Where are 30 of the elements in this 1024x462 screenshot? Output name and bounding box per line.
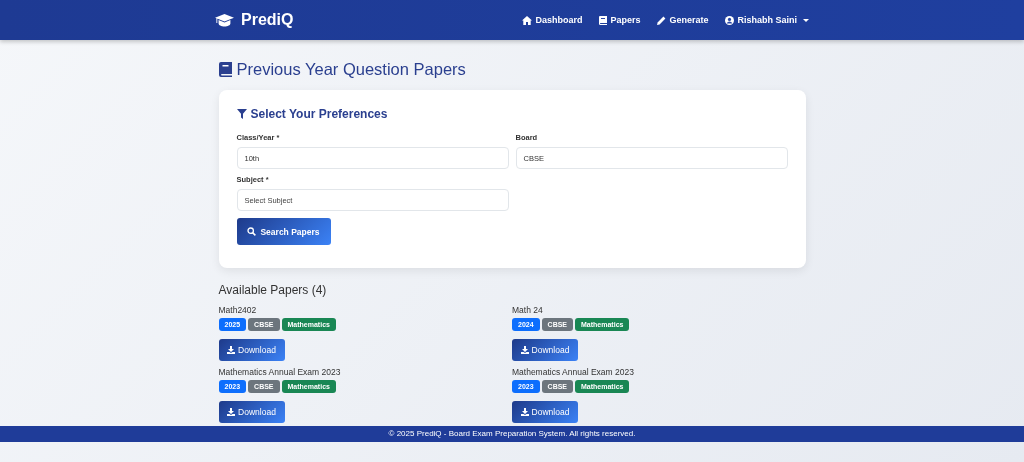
nav-link[interactable]: Dashboard <box>522 15 583 25</box>
paper-title: Math2402 <box>218 305 258 315</box>
user-avatar-icon <box>725 15 735 25</box>
download-icon <box>520 408 529 416</box>
download-icon <box>227 408 236 416</box>
page-title: Previous Year Question Papers <box>236 60 466 79</box>
user-menu-link[interactable]: Rishabh Saini <box>725 15 809 25</box>
download-icon <box>520 346 529 354</box>
section-heading: Available Papers (4) <box>218 283 328 297</box>
pencil-icon <box>657 15 667 25</box>
home-icon <box>522 15 533 25</box>
nav-link[interactable]: Papers <box>599 15 641 25</box>
download-icon <box>227 346 236 354</box>
download-button[interactable]: Download <box>218 339 285 361</box>
nav-link[interactable]: Generate <box>657 15 709 25</box>
download-button[interactable]: Download <box>512 401 578 423</box>
graduation-cap-icon <box>215 13 234 27</box>
search-icon <box>247 227 257 236</box>
filter-icon <box>236 109 247 119</box>
download-button[interactable]: Download <box>512 339 578 361</box>
paper-title: Mathematics Annual Exam 2023 <box>512 367 635 377</box>
book-icon <box>599 15 608 25</box>
paper-title: Math 24 <box>512 305 544 315</box>
search-papers-button[interactable]: Search Papers <box>236 218 331 245</box>
footer-text: © 2025 PrediQ - Board Exam Preparation System. All rights reserved. <box>388 429 636 438</box>
brand-name: PrediQ <box>241 11 294 29</box>
book-icon <box>218 62 232 77</box>
download-button[interactable]: Download <box>218 401 285 423</box>
card-title: Select Your Preferences <box>250 107 388 121</box>
paper-title: Mathematics Annual Exam 2023 <box>218 367 342 377</box>
